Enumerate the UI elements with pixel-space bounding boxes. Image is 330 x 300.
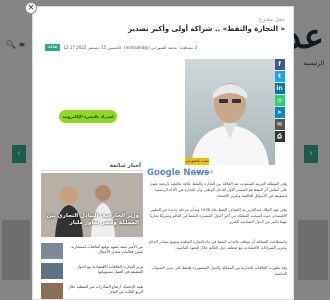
article-title[interactable]: « التجارة والنفط» .. شراكة أولى وأكبر تص… <box>45 25 285 33</box>
close-icon[interactable]: × <box>25 2 37 14</box>
article-author[interactable]: محمد الشهراني (@mshaahd) <box>124 45 177 50</box>
article-meta: ثقافة الخميس 15 ديسمبر 2022 12:17 محمد ا… <box>45 42 285 52</box>
article-modal: حقل مقترح: « التجارة والنفط» .. شراكة أو… <box>32 6 294 300</box>
share-bar: f t in ◎ ➤ ✉ ⎙ <box>274 59 285 142</box>
story-thumbnail <box>41 263 63 279</box>
facebook-icon[interactable]: f <box>274 59 285 70</box>
telegram-icon[interactable]: ➤ <box>274 107 285 118</box>
view-count: 3 مشاهدة <box>179 44 197 50</box>
print-icon[interactable]: ⎙ <box>274 131 285 142</box>
article-photo: محمد بالشهراني <box>185 59 275 165</box>
list-item[interactable]: هيئة الإحصاء: ارتفاع الصادرات غير النفطي… <box>41 283 143 299</box>
story-title[interactable]: بين الأمير سعد يشهد توقيع اتفاقيات استثم… <box>65 244 143 254</box>
article-paragraph: وفي عهد الملك عبدالعزيز تم اكتشاف النفط … <box>149 207 287 225</box>
person-photo <box>191 83 269 165</box>
featured-story-title[interactable]: وزير الخارجية: التبادل التجاري بين الممل… <box>45 213 139 227</box>
story-title[interactable]: وزير التجارة: العلاقات الاقتصادية مع الد… <box>65 264 143 274</box>
story-title[interactable]: هيئة الإحصاء: ارتفاع الصادرات غير النفطي… <box>65 284 143 294</box>
category-badge[interactable]: ثقافة <box>45 43 61 51</box>
divider <box>41 170 143 171</box>
story-thumbnail <box>41 243 63 259</box>
article-date: الخميس 15 ديسمبر 2022 12:17 <box>63 44 122 50</box>
email-icon[interactable]: ✉ <box>274 119 285 130</box>
featured-story[interactable]: وزير الخارجية: التبادل التجاري بين الممل… <box>41 173 143 237</box>
google-news-label: تابعونا على <box>193 170 214 175</box>
whatsapp-icon[interactable]: ◎ <box>274 95 285 106</box>
article-paragraph: واستطاعت المملكة أن توظف عائدات النفط في… <box>148 239 287 251</box>
article-paragraph: وقد تطورت العلاقات التجارية بين المملكة … <box>151 265 287 277</box>
linkedin-icon[interactable]: in <box>274 83 285 94</box>
list-item[interactable]: بين الأمير سعد يشهد توقيع اتفاقيات استثم… <box>41 243 143 261</box>
trending-heading: أخبار شائعة <box>109 163 141 169</box>
list-item[interactable]: وزير التجارة: العلاقات الاقتصادية مع الد… <box>41 263 143 281</box>
photo-caption: محمد بالشهراني <box>185 158 209 165</box>
newsletter-subscribe-button[interactable]: اشترك بالنشرة الإلكترونية <box>59 110 117 123</box>
section-label: حقل مقترح: <box>257 17 285 23</box>
story-thumbnail <box>41 283 63 299</box>
featured-story-image <box>41 173 143 237</box>
article-paragraph: وفي المملكة العربية السعودية تعد العلاقة… <box>150 181 287 199</box>
twitter-icon[interactable]: t <box>274 71 285 82</box>
